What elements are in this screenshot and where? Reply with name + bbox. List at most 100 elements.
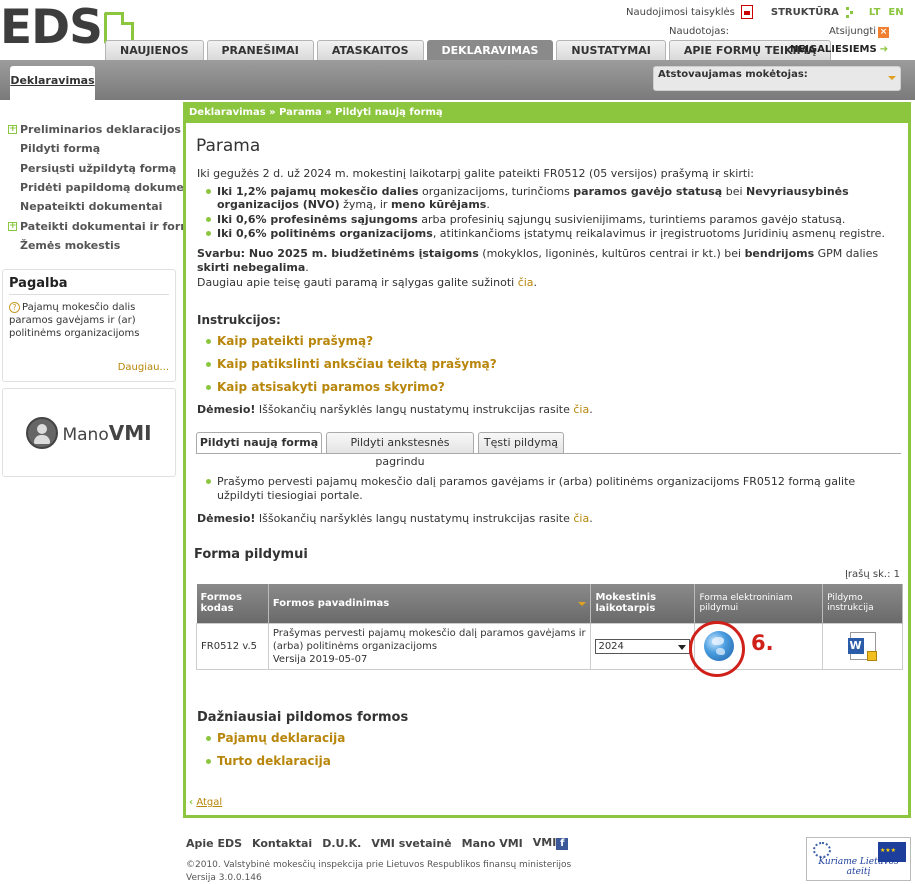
- eu-funds-banner[interactable]: Kuriame Lietuvos ateitį: [806, 837, 911, 881]
- footer-link-apie[interactable]: Apie EDS: [186, 837, 242, 850]
- sidebar-item-label: Preliminarios deklaracijos: [20, 123, 181, 137]
- lang-en[interactable]: EN: [888, 7, 903, 18]
- bold-text: meno kūrėjams: [390, 198, 487, 211]
- sidebar-item-pateikti[interactable]: + Pateikti dokumentai ir formos: [0, 216, 206, 235]
- tab-testi-pildyma[interactable]: Tęsti pildymą: [478, 432, 564, 453]
- text: (mokyklos, ligoninės, kultūros centrai i…: [478, 247, 745, 260]
- sidebar-item-persiusti[interactable]: Persiųsti užpildytą formą: [0, 159, 176, 178]
- sort-icon: [578, 601, 587, 606]
- chevron-left-icon: ‹: [189, 797, 194, 808]
- footer-link-manovmi[interactable]: Mano VMI: [462, 837, 523, 850]
- tab-pildyti-ankstesnes[interactable]: Pildyti ankstesnės pagrindu: [326, 432, 474, 468]
- text: , atitinkančioms įstatymų reikalavimus i…: [432, 227, 885, 240]
- tab-nustatymai[interactable]: NUSTATYMAI: [556, 40, 666, 60]
- question-icon: ?: [9, 302, 20, 313]
- tab-divider: [196, 453, 901, 454]
- back-link[interactable]: ‹ Atgal: [189, 797, 222, 808]
- tab-naujienos[interactable]: NAUJIENOS: [105, 40, 204, 60]
- bold-text: Svarbu: Nuo 2025 m. biudžetinėms įstaigo…: [197, 247, 479, 260]
- text: Iššokančių naršyklės langų nustatymų ins…: [255, 403, 574, 416]
- attention-link[interactable]: čia: [573, 403, 589, 416]
- list-item: Iki 0,6% politinėms organizacijoms, atit…: [205, 227, 885, 240]
- accessibility-link[interactable]: NEĮGALIESIEMS ➔: [790, 44, 888, 55]
- user-label: Naudotojas:: [669, 26, 729, 37]
- instruction-link[interactable]: Kaip atsisakyti paramos skyrimo?: [205, 381, 885, 394]
- chevron-down-icon: [888, 76, 896, 80]
- expand-icon: +: [8, 124, 17, 135]
- copyright-text: ©2010. Valstybinė mokesčių inspekcija pr…: [186, 860, 572, 870]
- text: arba profesinių sąjungų susivienijimams,…: [417, 213, 846, 226]
- page-title: Parama: [196, 136, 261, 156]
- footer-link-vmi[interactable]: VMI svetainė: [371, 837, 451, 850]
- sidebar-item-pildyti[interactable]: Pildyti formą: [0, 139, 176, 158]
- col-header-period: Mokestinis laikotarpis: [590, 584, 696, 623]
- attention-text: Dėmesio! Iššokančių naršyklės langų nust…: [197, 403, 887, 417]
- copyright: ©2010. Valstybinė mokesčių inspekcija pr…: [186, 859, 571, 884]
- frequent-link[interactable]: Turto deklaracija: [205, 755, 885, 768]
- structure-link[interactable]: STRUKTŪRA: [771, 7, 839, 18]
- list-item: Iki 1,2% pajamų mokesčio dalies organiza…: [205, 185, 885, 211]
- col-header-instruction: Pildymo instrukcija: [822, 584, 903, 623]
- instruction-link[interactable]: Kaip pateikti prašymą?: [205, 335, 885, 348]
- mano-vmi-banner[interactable]: ManoVMI: [2, 388, 176, 477]
- logout-link[interactable]: Atsijungti ×: [829, 26, 890, 38]
- sidebar-item-label: Nepateikti dokumentai: [20, 200, 163, 214]
- more-info-link[interactable]: čia: [518, 276, 534, 289]
- col-header-name[interactable]: Formos pavadinimas: [268, 584, 592, 623]
- attention-text-2: Dėmesio! Iššokančių naršyklės langų nust…: [197, 512, 887, 526]
- tab-ataskaitos[interactable]: ATASKAITOS: [316, 40, 424, 60]
- attention-link[interactable]: čia: [573, 512, 589, 525]
- sidebar-item-prideti[interactable]: Pridėti papildomą dokumentą: [0, 178, 204, 197]
- highlight-circle: [689, 621, 745, 677]
- sidebar-menu: + Preliminarios deklaracijos Pildyti form…: [0, 120, 206, 262]
- footer-link-facebook[interactable]: VMI f: [533, 836, 569, 850]
- text: .: [533, 276, 538, 289]
- sidebar-item-preliminarios[interactable]: + Preliminarios deklaracijos: [0, 120, 181, 139]
- forms-title: Forma pildymui: [194, 547, 308, 562]
- period-cell: 2024: [590, 622, 696, 670]
- notice-text: Svarbu: Nuo 2025 m. biudžetinėms įstaigo…: [197, 247, 887, 275]
- content-inner: Parama Iki gegužės 2 d. už 2024 m. mokes…: [186, 123, 908, 815]
- tab-pranesimai[interactable]: PRANEŠIMAI: [206, 40, 314, 60]
- table-row: FR0512 v.5 Prašymas pervesti pajamų moke…: [196, 622, 903, 670]
- text: bei: [722, 185, 747, 198]
- frequent-link[interactable]: Pajamų deklaracija: [205, 732, 885, 745]
- help-more-link[interactable]: Daugiau...: [118, 362, 169, 373]
- word-document-icon[interactable]: W: [847, 632, 877, 661]
- facebook-label: VMI: [532, 836, 557, 849]
- logo-text: EDS: [0, 0, 103, 55]
- text: .: [589, 512, 593, 525]
- structure-icon: [845, 6, 855, 18]
- text: GPM dalies: [814, 247, 879, 260]
- lang-lt[interactable]: LT: [869, 7, 881, 18]
- bold-text: Iki 0,6% profesinėms sąjungoms: [217, 213, 418, 226]
- rules-link[interactable]: Naudojimosi taisyklės: [626, 7, 735, 18]
- tab-deklaravimas[interactable]: DEKLARAVIMAS: [426, 40, 554, 60]
- help-question[interactable]: ? Pajamų mokesčio dalis paramos gavėjams …: [9, 301, 169, 340]
- bold-text: Iki 0,6% politinėms organizacijoms: [217, 227, 433, 240]
- payer-label: Atstovaujamas mokėtojas:: [658, 69, 808, 80]
- sidebar-item-label: Pateikti dokumentai ir formos: [20, 219, 206, 233]
- footer-link-duk[interactable]: D.U.K.: [322, 837, 361, 850]
- expand-icon: +: [8, 220, 17, 231]
- sidebar-item-label: Pildyti formą: [20, 142, 101, 156]
- payer-select[interactable]: Atstovaujamas mokėtojas:: [653, 66, 901, 91]
- period-select[interactable]: 2024: [595, 638, 691, 654]
- tab-pildyti-nauja[interactable]: Pildyti naują formą: [196, 432, 322, 454]
- step-label: 6.: [751, 631, 774, 655]
- pdf-icon[interactable]: [740, 5, 753, 19]
- footer-links: Apie EDS Kontaktai D.U.K. VMI svetainė M…: [186, 836, 569, 850]
- subtab-deklaravimas[interactable]: Deklaravimas: [10, 66, 95, 100]
- text: Iššokančių naršyklės langų nustatymų ins…: [255, 512, 574, 525]
- text: .: [486, 198, 490, 211]
- excel-badge-icon: [866, 651, 877, 661]
- instruction-link[interactable]: Kaip patikslinti anksčiau teiktą prašymą…: [205, 358, 885, 371]
- word-icon-letter: W: [847, 638, 864, 654]
- main-nav: NAUJIENOS PRANEŠIMAI ATASKAITOS DEKLARAV…: [105, 40, 832, 60]
- bold-text: Dėmesio!: [197, 403, 256, 416]
- sidebar-item-nepateikti[interactable]: Nepateikti dokumentai: [0, 197, 176, 216]
- help-box: Pagalba ? Pajamų mokesčio dalis paramos g…: [2, 269, 176, 382]
- version-text: Versija 3.0.0.146: [186, 873, 262, 883]
- sidebar-item-zemes[interactable]: Žemės mokestis: [0, 236, 176, 255]
- footer-link-kontaktai[interactable]: Kontaktai: [252, 837, 312, 850]
